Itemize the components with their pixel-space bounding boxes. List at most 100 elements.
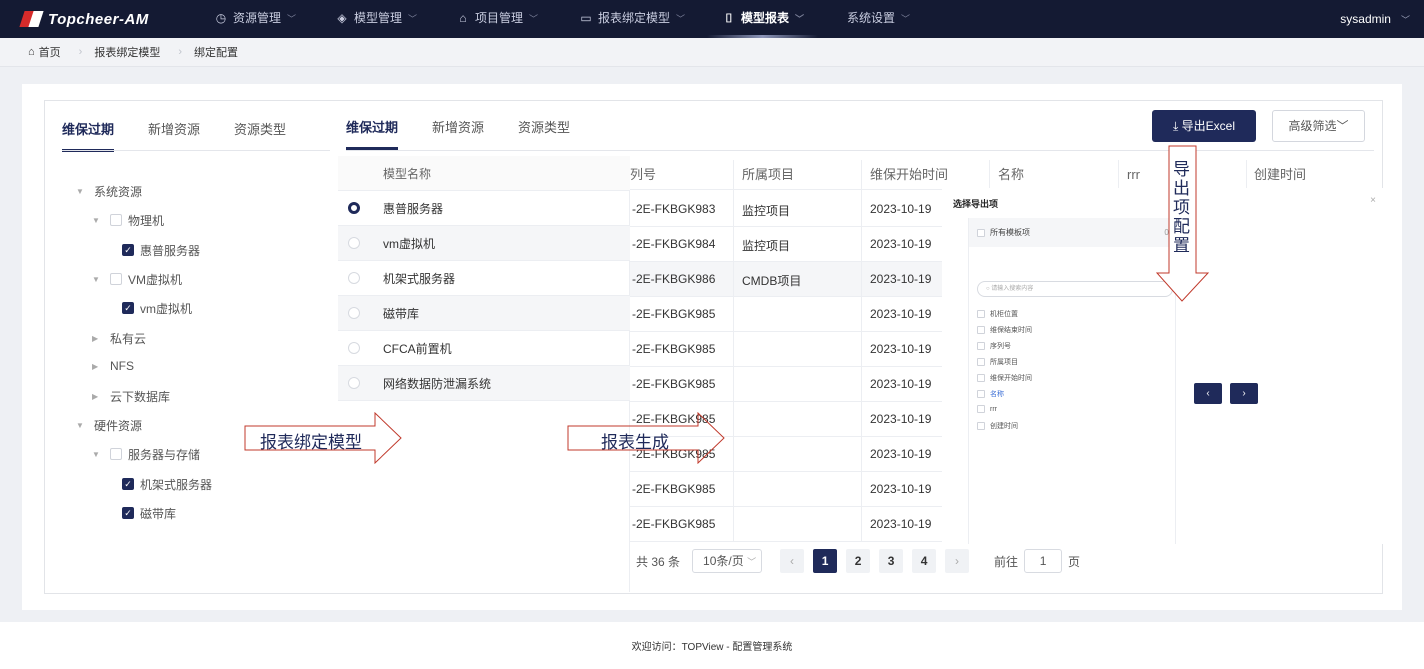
checkbox-checked[interactable]: ✓: [122, 244, 134, 256]
chevron-left-icon: ‹: [1206, 388, 1210, 399]
page-size-select[interactable]: 10条/页 ﹀: [692, 549, 763, 573]
chevron-down-icon: ﹀: [287, 14, 297, 24]
tab-new-resources-mid[interactable]: 新增资源: [432, 117, 484, 150]
field-item[interactable]: 机柜位置: [977, 309, 1018, 319]
field-item[interactable]: 所属项目: [977, 357, 1018, 367]
tab-new-resources[interactable]: 新增资源: [148, 119, 200, 152]
page-button[interactable]: 3: [879, 549, 904, 573]
mid-tabs: 维保过期 新增资源 资源类型: [346, 117, 604, 150]
checkbox[interactable]: [977, 342, 985, 350]
tab-resource-types[interactable]: 资源类型: [234, 119, 286, 152]
move-right-button[interactable]: ›: [1230, 383, 1258, 404]
tree-node-nfs[interactable]: ▶ NFS: [92, 356, 134, 376]
field-search-input[interactable]: ○ 请输入搜索内容: [977, 281, 1173, 297]
radio[interactable]: [348, 237, 360, 249]
row-divider: [630, 471, 968, 472]
model-row[interactable]: 惠普服务器: [338, 191, 630, 226]
page-button[interactable]: 1: [813, 549, 838, 573]
radio[interactable]: [348, 272, 360, 284]
model-row[interactable]: 网络数据防泄漏系统: [338, 366, 630, 401]
nav-item-project-mgmt[interactable]: ⌂ 项目管理 ﹀: [455, 0, 538, 38]
download-icon: ⤓: [1173, 119, 1182, 133]
breadcrumb-report-binding[interactable]: 报表绑定模型: [94, 44, 160, 60]
chevron-down-icon: ﹀: [1336, 119, 1349, 133]
checkbox[interactable]: [977, 358, 985, 366]
table-cell: -2E-FKBGK985: [632, 307, 716, 321]
arrow-label-binding: 报表绑定模型: [260, 433, 362, 452]
checkbox[interactable]: [977, 310, 985, 318]
breadcrumb-home[interactable]: 首页: [39, 44, 61, 60]
model-row[interactable]: 磁带库: [338, 296, 630, 331]
table-cell: -2E-FKBGK985: [632, 377, 716, 391]
checkbox[interactable]: [977, 228, 985, 237]
tree-node-private-cloud[interactable]: ▶ 私有云: [92, 328, 146, 348]
checkbox[interactable]: [110, 214, 122, 226]
tree-node-rack-server[interactable]: ✓ 机架式服务器: [122, 474, 212, 494]
tab-maintenance-expired[interactable]: 维保过期: [62, 119, 115, 152]
checkbox-checked[interactable]: ✓: [122, 302, 134, 314]
checkbox[interactable]: [977, 374, 985, 382]
top-nav: Topcheer-AM ◷ 资源管理 ﹀ ◈ 模型管理 ﹀ ⌂ 项目管理 ﹀ ▭ 报表绑定模型…: [0, 0, 1424, 38]
field-item[interactable]: 序列号: [977, 341, 1011, 351]
advanced-filter-button[interactable]: 高级筛选﹀: [1272, 110, 1365, 142]
tree-node-offcloud-db[interactable]: ▶ 云下数据库: [92, 386, 170, 406]
field-item-highlighted[interactable]: 名称: [977, 389, 1004, 399]
model-row[interactable]: CFCA前置机: [338, 331, 630, 366]
checkbox[interactable]: [977, 390, 985, 398]
chevron-right-icon: ›: [1242, 388, 1246, 399]
field-item[interactable]: 创建时间: [977, 421, 1018, 431]
checkbox[interactable]: [110, 273, 122, 285]
tree-node-system-resources[interactable]: ▼ 系统资源: [76, 181, 142, 201]
nav-item-model-mgmt[interactable]: ◈ 模型管理 ﹀: [334, 0, 417, 38]
left-tabs: 维保过期 新增资源 资源类型: [62, 119, 320, 152]
checkbox-checked[interactable]: ✓: [122, 507, 134, 519]
goto-label: 前往: [994, 554, 1019, 569]
checkbox[interactable]: [977, 422, 985, 430]
close-icon[interactable]: ×: [1370, 195, 1376, 206]
export-excel-button[interactable]: ⤓ 导出Excel: [1152, 110, 1256, 142]
nav-item-model-report[interactable]: ⌷ 模型报表 ﹀: [706, 0, 819, 38]
chevron-down-icon: ﹀: [747, 557, 757, 567]
move-left-button[interactable]: ‹: [1194, 383, 1222, 404]
checkbox[interactable]: [977, 326, 985, 334]
field-item[interactable]: 维保开始时间: [977, 373, 1032, 383]
nav-item-system-settings[interactable]: 系统设置 ﹀: [847, 0, 910, 38]
table-cell: -2E-FKBGK985: [632, 482, 716, 496]
tree-node-physical[interactable]: ▼ 物理机: [92, 210, 164, 230]
page-suffix: 页: [1068, 554, 1081, 569]
radio-selected[interactable]: [348, 202, 360, 214]
table-cell: 2023-10-19: [870, 272, 932, 286]
nav-item-report-binding[interactable]: ▭ 报表绑定模型 ﹀: [578, 0, 685, 38]
table-cell: -2E-FKBGK986: [632, 272, 716, 286]
goto-page-input[interactable]: 1: [1024, 549, 1063, 573]
tab-maintenance-expired-mid[interactable]: 维保过期: [346, 117, 399, 150]
nav-item-resource-mgmt[interactable]: ◷ 资源管理 ﹀: [213, 0, 296, 38]
tree-node-hp-server[interactable]: ✓ 惠普服务器: [122, 240, 200, 260]
radio[interactable]: [348, 377, 360, 389]
tree-node-server-storage[interactable]: ▼ 服务器与存储: [92, 444, 200, 464]
tree-node-vm[interactable]: ▼ VM虚拟机: [92, 269, 182, 289]
table-cell: 监控项目: [742, 239, 791, 253]
checkbox-checked[interactable]: ✓: [122, 478, 134, 490]
checkbox[interactable]: [110, 448, 122, 460]
prev-page-button[interactable]: ‹: [780, 549, 805, 573]
page-button[interactable]: 2: [846, 549, 871, 573]
checkbox[interactable]: [977, 405, 985, 413]
radio[interactable]: [348, 307, 360, 319]
field-item[interactable]: 维保结束时间: [977, 325, 1032, 335]
radio[interactable]: [348, 342, 360, 354]
user-menu[interactable]: sysadmin ﹀: [1340, 0, 1410, 38]
tab-resource-types-mid[interactable]: 资源类型: [518, 117, 570, 150]
page-button[interactable]: 4: [912, 549, 937, 573]
table-cell: -2E-FKBGK984: [632, 237, 716, 251]
field-item[interactable]: rrr: [977, 405, 997, 413]
logo[interactable]: Topcheer-AM: [19, 8, 149, 30]
tree-node-tape-library[interactable]: ✓ 磁带库: [122, 503, 176, 523]
col-divider: [733, 160, 734, 542]
next-page-button[interactable]: ›: [945, 549, 970, 573]
model-row[interactable]: vm虚拟机: [338, 226, 630, 261]
tree-node-vm-virtual[interactable]: ✓ vm虚拟机: [122, 298, 192, 318]
select-all-row[interactable]: 所有模板项 0/: [969, 218, 1175, 247]
tree-node-hardware[interactable]: ▼ 硬件资源: [76, 415, 142, 435]
model-row[interactable]: 机架式服务器: [338, 261, 630, 296]
